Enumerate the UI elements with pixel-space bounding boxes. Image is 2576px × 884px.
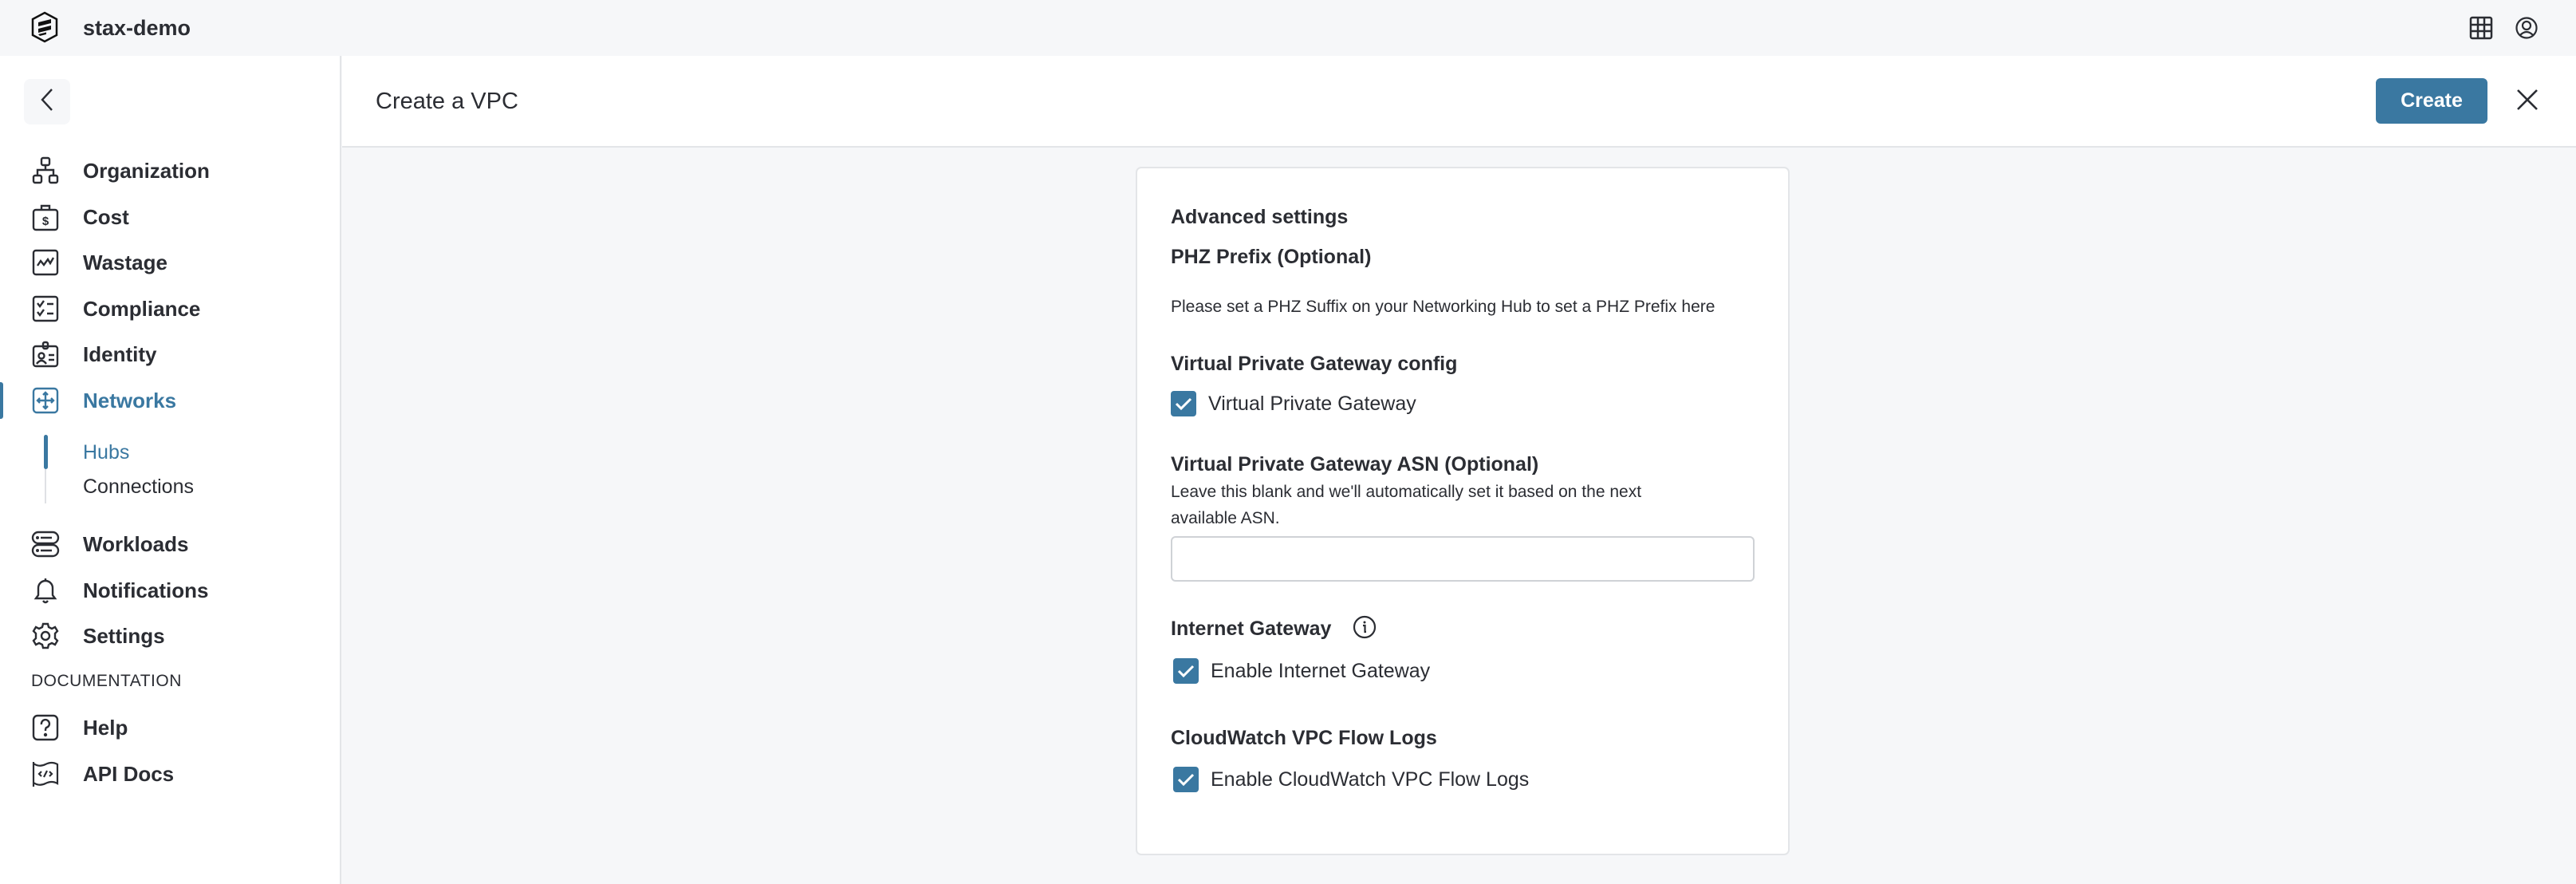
phz-prefix-label: PHZ Prefix (Optional) (1171, 246, 1372, 268)
networks-arrows-icon (30, 385, 61, 416)
app-grid-icon[interactable] (2468, 14, 2495, 41)
checkmark-icon (1177, 665, 1195, 678)
documentation-section-label: DOCUMENTATION (31, 672, 182, 690)
id-badge-icon (30, 339, 61, 369)
internet-gateway-label: Internet Gateway (1171, 618, 1332, 640)
gear-icon (30, 621, 61, 651)
flow-logs-checkbox[interactable] (1173, 767, 1199, 792)
flow-logs-checkbox-row[interactable]: Enable CloudWatch VPC Flow Logs (1173, 766, 1529, 793)
org-name[interactable]: stax-demo (83, 14, 191, 41)
sidebar-item-api-docs[interactable]: API Docs (0, 754, 340, 794)
cost-dollar-icon: $ (30, 202, 61, 232)
sidebar-item-compliance[interactable]: Compliance (0, 289, 340, 329)
api-docs-code-icon (30, 759, 61, 789)
internet-gateway-checkbox-row[interactable]: Enable Internet Gateway (1173, 657, 1430, 685)
checklist-icon (30, 294, 61, 324)
info-icon[interactable] (1353, 615, 1377, 639)
top-bar (0, 0, 2576, 56)
checkmark-icon (1177, 773, 1195, 787)
page-header (342, 56, 2576, 148)
help-question-icon (30, 712, 61, 743)
sidebar-item-networks[interactable]: Networks (0, 381, 340, 420)
vpg-asn-help-line2: available ASN. (1171, 509, 1280, 527)
phz-prefix-help: Please set a PHZ Suffix on your Networki… (1171, 298, 1715, 316)
org-chart-icon (30, 156, 61, 186)
subnav-active-indicator (44, 435, 48, 469)
vpg-checkbox-label: Virtual Private Gateway (1208, 393, 1416, 415)
checkmark-icon (1175, 397, 1192, 411)
sidebar-item-organization[interactable]: Organization (0, 151, 340, 191)
close-button[interactable] (2512, 86, 2543, 116)
sidebar-item-workloads[interactable]: Workloads (0, 524, 340, 564)
collapse-sidebar-button[interactable] (24, 79, 70, 124)
svg-text:$: $ (42, 215, 49, 228)
vpg-asn-label: Virtual Private Gateway ASN (Optional) (1171, 453, 1539, 476)
server-stack-icon (30, 529, 61, 559)
sidebar-subitem-connections[interactable]: Connections (83, 474, 194, 499)
flow-logs-checkbox-label: Enable CloudWatch VPC Flow Logs (1211, 768, 1530, 791)
user-account-icon[interactable] (2513, 14, 2540, 41)
close-icon (2515, 88, 2539, 116)
vpg-asn-help-line1: Leave this blank and we'll automatically… (1171, 483, 1642, 501)
bell-icon (30, 575, 61, 606)
page-title: Create a VPC (376, 89, 518, 114)
wastage-chart-icon (30, 247, 61, 278)
vpg-checkbox[interactable] (1171, 391, 1196, 416)
section-title: Advanced settings (1171, 206, 1349, 228)
vpg-checkbox-row[interactable]: Virtual Private Gateway (1171, 390, 1416, 417)
sidebar-item-help[interactable]: Help (0, 708, 340, 748)
internet-gateway-checkbox[interactable] (1173, 658, 1199, 684)
vpg-asn-input[interactable] (1171, 536, 1755, 582)
sidebar-item-notifications[interactable]: Notifications (0, 570, 340, 610)
sidebar-item-cost[interactable]: $ Cost (0, 197, 340, 237)
create-button[interactable]: Create (2376, 78, 2487, 124)
flow-logs-label: CloudWatch VPC Flow Logs (1171, 727, 1437, 749)
stax-logo-icon[interactable] (30, 11, 59, 43)
chevron-left-icon (38, 87, 56, 116)
sidebar-item-identity[interactable]: Identity (0, 334, 340, 374)
vpg-config-label: Virtual Private Gateway config (1171, 353, 1458, 375)
sidebar-item-wastage[interactable]: Wastage (0, 243, 340, 282)
internet-gateway-checkbox-label: Enable Internet Gateway (1211, 660, 1431, 682)
sidebar-subitem-hubs[interactable]: Hubs (83, 440, 129, 465)
sidebar-item-settings[interactable]: Settings (0, 616, 340, 656)
